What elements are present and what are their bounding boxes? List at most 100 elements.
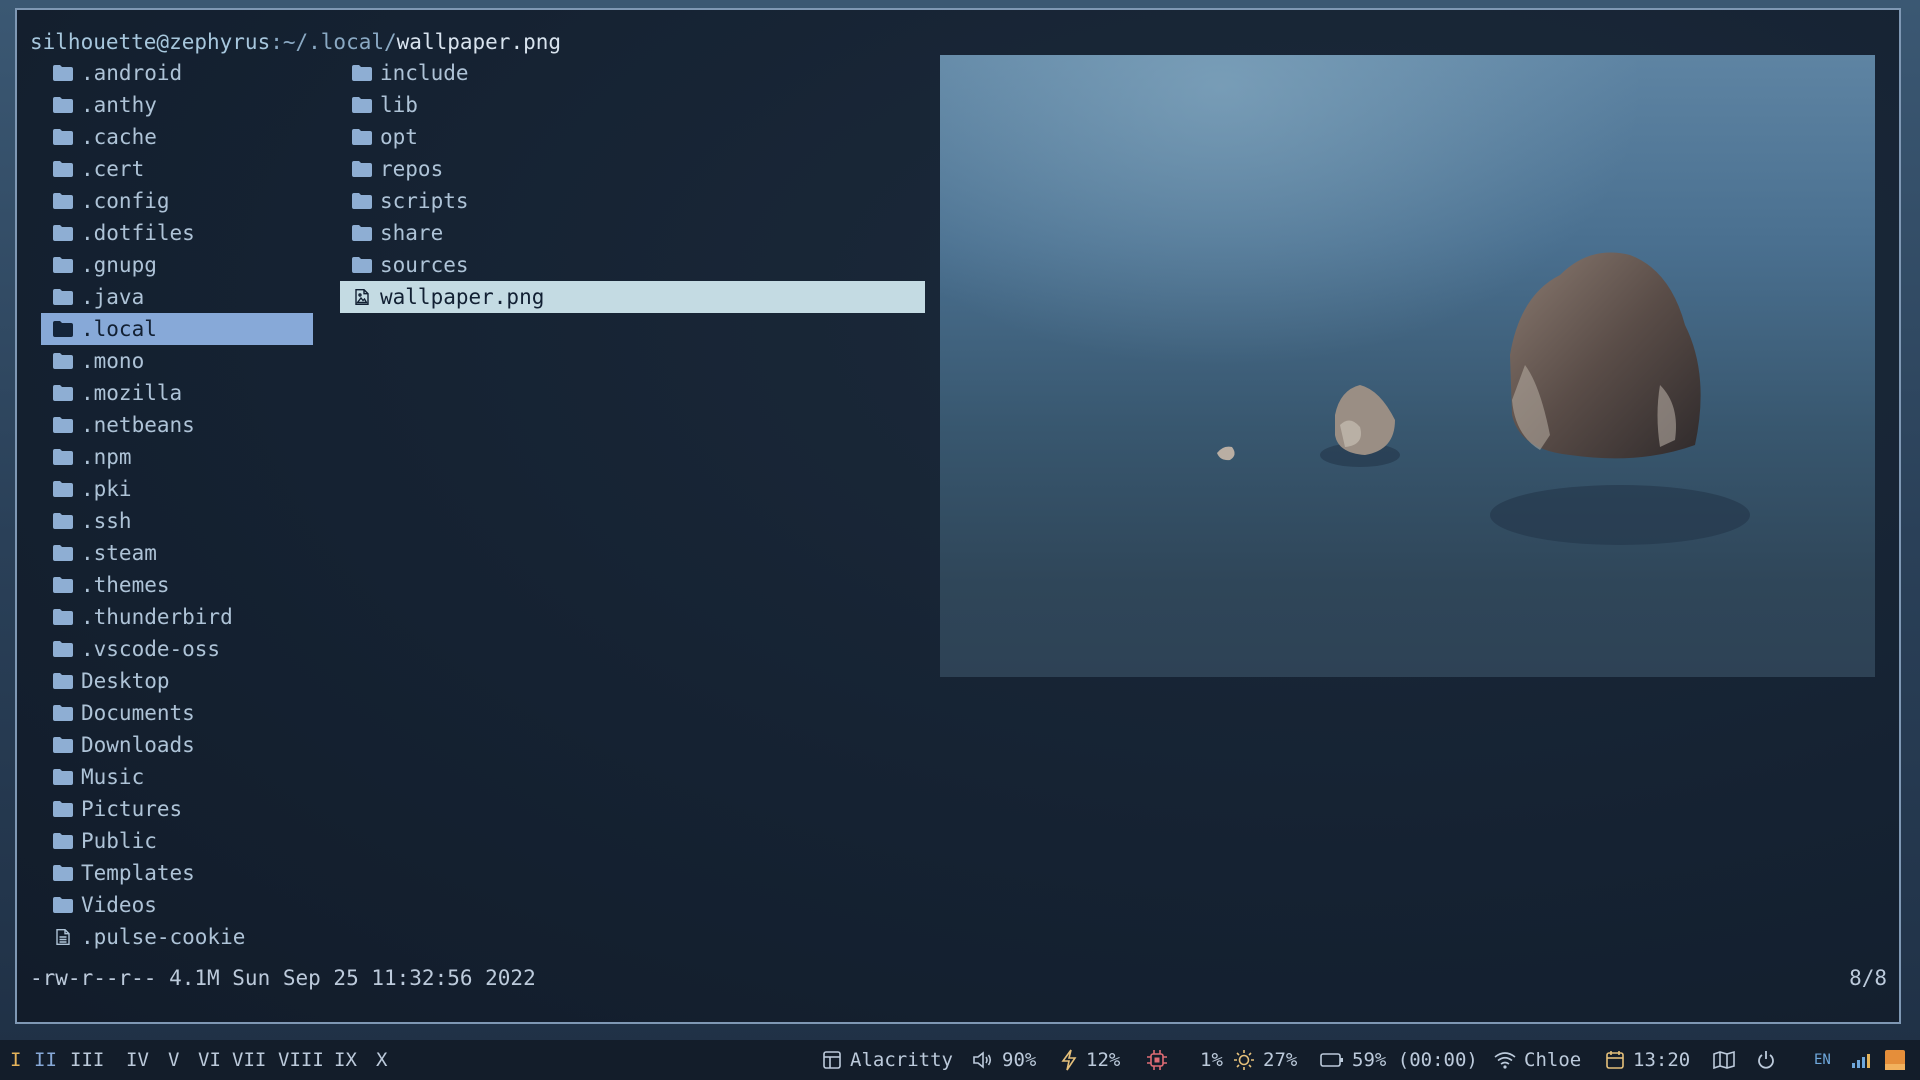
folder-icon — [53, 225, 73, 241]
workspace-3[interactable]: III — [70, 1040, 104, 1080]
list-item[interactable]: .config — [41, 185, 313, 217]
list-item-label: include — [380, 61, 469, 85]
workspace-2[interactable]: II — [34, 1040, 57, 1080]
battery-module[interactable]: 59% (00:00) — [1320, 1040, 1478, 1080]
list-item-label: Downloads — [81, 733, 195, 757]
prompt-path: :~/.local/ — [270, 30, 397, 54]
list-item[interactable]: .ssh — [41, 505, 313, 537]
folder-icon — [352, 65, 372, 81]
list-item[interactable]: .java — [41, 281, 313, 313]
list-item[interactable]: .npm — [41, 441, 313, 473]
list-item[interactable]: .mono — [41, 345, 313, 377]
folder-icon — [53, 129, 73, 145]
list-item[interactable]: .gnupg — [41, 249, 313, 281]
map-button[interactable] — [1713, 1040, 1735, 1080]
list-item-label: .anthy — [81, 93, 157, 117]
list-item[interactable]: .dotfiles — [41, 217, 313, 249]
battery-icon — [1320, 1053, 1343, 1067]
keyboard-layout[interactable]: EN — [1814, 1040, 1831, 1080]
volume-value: 90% — [1002, 1049, 1037, 1071]
list-item-label: .cert — [81, 157, 145, 181]
list-item[interactable]: Public — [41, 825, 313, 857]
list-item[interactable]: repos — [340, 153, 925, 185]
folder-icon — [53, 97, 73, 113]
cpu-value: 1% — [1200, 1049, 1223, 1071]
list-item[interactable]: Videos — [41, 889, 313, 921]
list-item[interactable]: Documents — [41, 697, 313, 729]
list-item-label: .thunderbird — [81, 605, 233, 629]
current-directory-list: include lib opt repos scripts share sources wal… — [340, 57, 925, 313]
list-item[interactable]: .pulse-cookie — [41, 921, 313, 953]
workspace-6[interactable]: VI — [198, 1040, 221, 1080]
power-menu-button[interactable] — [1756, 1040, 1776, 1080]
list-item-label: scripts — [380, 189, 469, 213]
list-item[interactable]: scripts — [340, 185, 925, 217]
list-item[interactable]: .local — [41, 313, 313, 345]
workspace-9[interactable]: IX — [334, 1040, 357, 1080]
window-module[interactable]: Alacritty — [822, 1040, 953, 1080]
power-icon — [1758, 1051, 1774, 1069]
network-signal-icon — [1852, 1054, 1870, 1068]
list-item[interactable]: .netbeans — [41, 409, 313, 441]
workspace-5[interactable]: V — [168, 1040, 179, 1080]
lightning-icon — [1061, 1049, 1077, 1071]
list-item-label: .npm — [81, 445, 132, 469]
list-item[interactable]: .thunderbird — [41, 601, 313, 633]
list-item-label: .mozilla — [81, 381, 183, 405]
list-item[interactable]: wallpaper.png — [340, 281, 925, 313]
list-item[interactable]: opt — [340, 121, 925, 153]
battery-value: 59% (00:00) — [1352, 1049, 1478, 1071]
list-item[interactable]: .pki — [41, 473, 313, 505]
cpu-module[interactable]: 1% — [1146, 1040, 1223, 1080]
terminal-window[interactable]: silhouette@zephyrus:~/.local/wallpaper.p… — [15, 8, 1901, 1024]
workspace-8[interactable]: VIII — [278, 1040, 324, 1080]
list-item[interactable]: sources — [340, 249, 925, 281]
speaker-icon — [973, 1051, 992, 1069]
list-item[interactable]: Music — [41, 761, 313, 793]
list-item[interactable]: .mozilla — [41, 377, 313, 409]
list-item-label: share — [380, 221, 444, 245]
brightness-module[interactable]: 27% — [1233, 1040, 1297, 1080]
file-status: -rw-r--r-- 4.1M Sun Sep 25 11:32:56 2022 — [30, 966, 536, 990]
list-item[interactable]: Templates — [41, 857, 313, 889]
volume-module[interactable]: 90% — [972, 1040, 1036, 1080]
folder-icon — [352, 129, 372, 145]
list-item[interactable]: .steam — [41, 537, 313, 569]
list-item-label: .pulse-cookie — [81, 925, 246, 949]
list-item-label: sources — [380, 253, 469, 277]
list-item[interactable]: .vscode-oss — [41, 633, 313, 665]
list-item[interactable]: lib — [340, 89, 925, 121]
image-file-icon — [355, 289, 369, 305]
folder-icon — [352, 225, 372, 241]
wifi-module[interactable]: Chloe — [1494, 1040, 1581, 1080]
folder-icon — [53, 769, 73, 785]
list-item[interactable]: Pictures — [41, 793, 313, 825]
image-preview — [940, 55, 1875, 677]
power-draw-module[interactable]: 12% — [1060, 1040, 1120, 1080]
list-item[interactable]: share — [340, 217, 925, 249]
network-tray[interactable] — [1851, 1040, 1871, 1080]
clock-module[interactable]: 13:20 — [1605, 1040, 1690, 1080]
list-item-label: .gnupg — [81, 253, 157, 277]
list-item[interactable]: .android — [41, 57, 313, 89]
tray-app[interactable] — [1884, 1040, 1906, 1080]
workspace-7[interactable]: VII — [232, 1040, 266, 1080]
workspace-1[interactable]: I — [10, 1040, 21, 1080]
folder-icon — [352, 161, 372, 177]
list-item[interactable]: Desktop — [41, 665, 313, 697]
folder-icon — [53, 801, 73, 817]
workspace-4[interactable]: IV — [126, 1040, 149, 1080]
list-item[interactable]: .cert — [41, 153, 313, 185]
list-item[interactable]: include — [340, 57, 925, 89]
wifi-icon — [1494, 1052, 1516, 1069]
list-item[interactable]: .cache — [41, 121, 313, 153]
folder-icon — [53, 193, 73, 209]
workspace-10[interactable]: X — [376, 1040, 387, 1080]
list-item-label: .dotfiles — [81, 221, 195, 245]
tray-app-icon — [1885, 1050, 1905, 1070]
list-item[interactable]: .themes — [41, 569, 313, 601]
prompt-file: wallpaper.png — [396, 30, 562, 54]
list-item[interactable]: Downloads — [41, 729, 313, 761]
list-item[interactable]: .anthy — [41, 89, 313, 121]
power-value: 12% — [1086, 1049, 1121, 1071]
